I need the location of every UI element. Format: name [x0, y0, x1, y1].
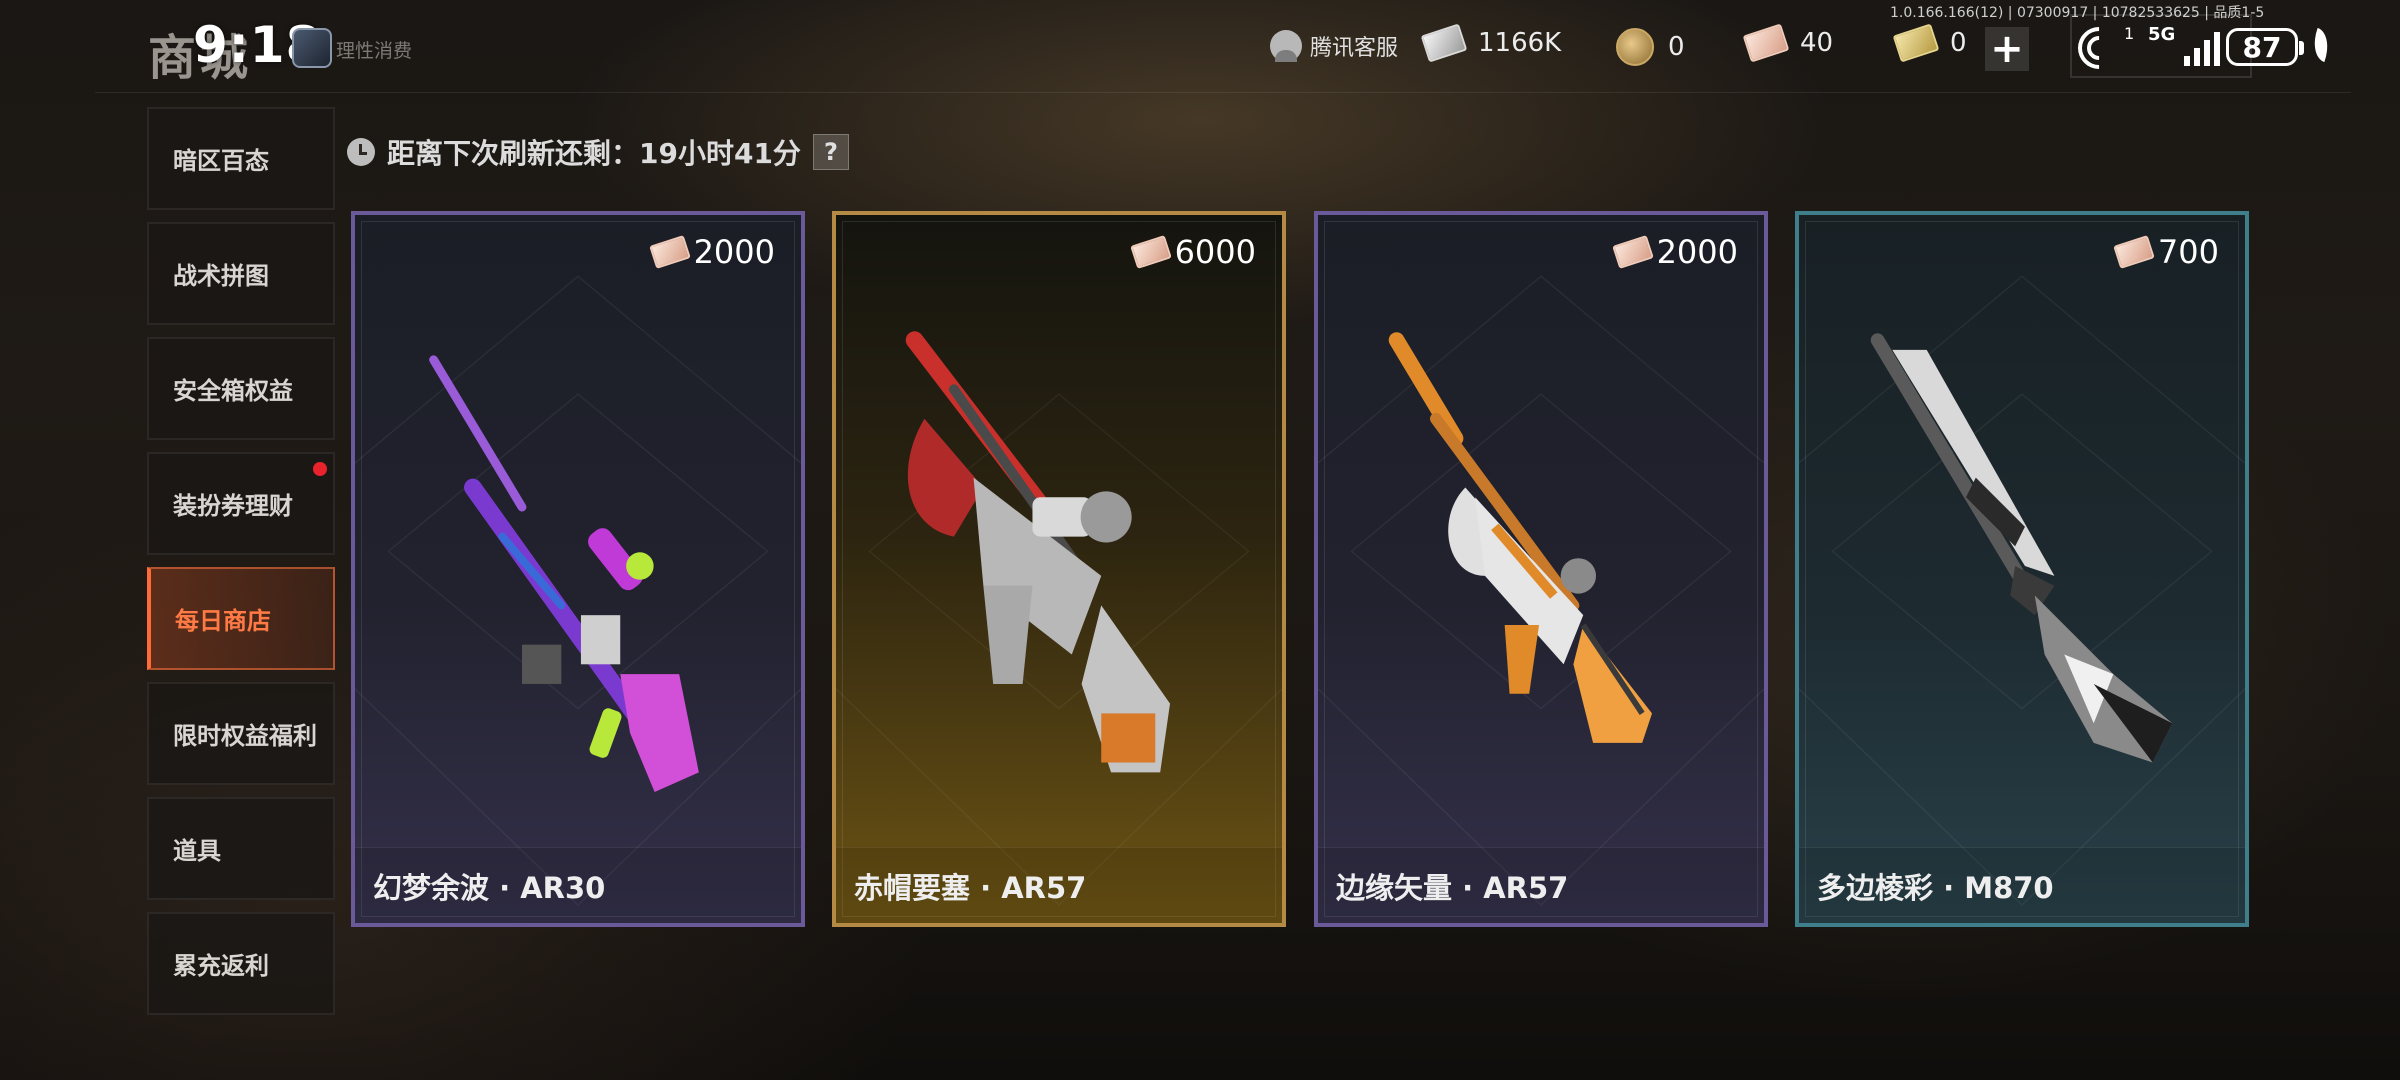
item-name: 边缘矢量 · AR57	[1336, 870, 1569, 905]
sidebar-item-daily-shop[interactable]: 每日商店	[147, 567, 335, 670]
silver-ticket-icon	[1420, 23, 1468, 63]
dress-ticket-icon	[1129, 235, 1172, 269]
battery-icon: 87	[2226, 28, 2304, 66]
shop-card[interactable]: 2000 幻梦余波 · AR30	[351, 211, 805, 927]
battery-level: 87	[2242, 30, 2282, 64]
sidebar-item-label: 装扮券理财	[173, 492, 293, 520]
sim-indicator: 1	[2124, 24, 2135, 43]
network-type: 5G	[2148, 24, 2176, 45]
card-price: 2000	[1611, 233, 1738, 271]
sidebar-item-label: 每日商店	[175, 607, 271, 635]
dress-ticket-icon	[2113, 235, 2155, 269]
sidebar-item-darkzone[interactable]: 暗区百态	[147, 107, 335, 210]
item-name: 多边棱彩 · M870	[1817, 870, 2054, 905]
sidebar-item-limited-benefits[interactable]: 限时权益福利	[147, 682, 335, 785]
item-name: 赤帽要塞 · AR57	[854, 870, 1087, 905]
sidebar-item-label: 安全箱权益	[173, 377, 293, 405]
help-icon: ?	[823, 138, 838, 166]
price-value: 700	[2157, 233, 2219, 271]
card-name-bar: 幻梦余波 · AR30	[355, 847, 801, 923]
sidebar-item-safebox[interactable]: 安全箱权益	[147, 337, 335, 440]
card-price: 6000	[1129, 233, 1256, 271]
currency-dress-ticket[interactable]: 40	[1742, 23, 1834, 63]
card-name-bar: 边缘矢量 · AR57	[1318, 847, 1764, 923]
currency-coin[interactable]: 0	[1616, 28, 1685, 66]
sidebar-item-coupon-finance[interactable]: 装扮券理财	[147, 452, 335, 555]
shop-card[interactable]: 6000 赤帽要塞 · AR57	[832, 211, 1286, 927]
sidebar-item-label: 限时权益福利	[173, 722, 317, 750]
shop-card[interactable]: 700 多边棱彩 · M870	[1795, 211, 2249, 927]
gold-ticket-icon	[1892, 23, 1940, 63]
power-saving-icon	[2307, 27, 2335, 63]
notification-badge	[313, 462, 327, 476]
top-bar: 商城 9:18 理性消费 腾讯客服 1166K 0 40 0 + 1.0.166…	[0, 0, 2400, 92]
price-value: 2000	[1656, 233, 1738, 271]
currency-value: 1166K	[1478, 28, 1562, 58]
assault-rifle-icon	[905, 331, 1171, 773]
coin-icon	[1616, 28, 1654, 66]
refresh-countdown: 距离下次刷新还剩：19小时41分	[387, 137, 801, 170]
sidebar-item-label: 累充返利	[173, 952, 269, 980]
dress-ticket-icon	[1742, 23, 1790, 63]
card-price: 2000	[648, 233, 775, 271]
sidebar-item-label: 暗区百态	[173, 147, 269, 175]
currency-silver[interactable]: 1166K	[1420, 23, 1562, 63]
avatar[interactable]	[292, 28, 332, 68]
price-value: 2000	[693, 233, 775, 271]
clock-icon	[347, 138, 375, 166]
refresh-timer: 距离下次刷新还剩：19小时41分 ?	[347, 132, 849, 172]
dress-ticket-icon	[1611, 235, 1654, 269]
card-name-bar: 赤帽要塞 · AR57	[836, 847, 1282, 923]
recharge-plus-button[interactable]: +	[1985, 27, 2029, 71]
plus-icon: +	[1990, 26, 2024, 72]
sidebar-item-label: 战术拼图	[173, 262, 269, 290]
currency-value: 0	[1668, 32, 1685, 62]
rational-spending-note: 理性消费	[336, 40, 413, 62]
dress-ticket-icon	[648, 235, 691, 269]
sidebar-item-label: 道具	[173, 837, 221, 865]
hotspot-icon	[2069, 18, 2129, 78]
sidebar-item-props[interactable]: 道具	[147, 797, 335, 900]
currency-gold-ticket[interactable]: 0	[1892, 23, 1967, 63]
signal-icon	[2184, 30, 2220, 66]
assault-rifle-icon	[1388, 332, 1653, 743]
divider	[95, 92, 2351, 93]
sidebar-item-recharge-rebate[interactable]: 累充返利	[147, 912, 335, 1015]
shotgun-icon	[1870, 333, 2173, 763]
customer-service-button[interactable]: 腾讯客服	[1270, 30, 1398, 62]
item-name: 幻梦余波 · AR30	[373, 870, 606, 905]
card-name-bar: 多边棱彩 · M870	[1799, 847, 2245, 923]
currency-value: 40	[1800, 28, 1834, 58]
sniper-rifle-icon	[429, 355, 699, 793]
customer-service-label: 腾讯客服	[1310, 36, 1399, 61]
card-price: 700	[2113, 233, 2219, 271]
sidebar-item-tactical-puzzle[interactable]: 战术拼图	[147, 222, 335, 325]
customer-service-icon	[1270, 30, 1302, 62]
price-value: 6000	[1174, 233, 1256, 271]
help-button[interactable]: ?	[812, 134, 849, 170]
shop-card[interactable]: 2000 边缘矢量 · AR57	[1314, 211, 1768, 927]
currency-value: 0	[1950, 28, 1967, 58]
